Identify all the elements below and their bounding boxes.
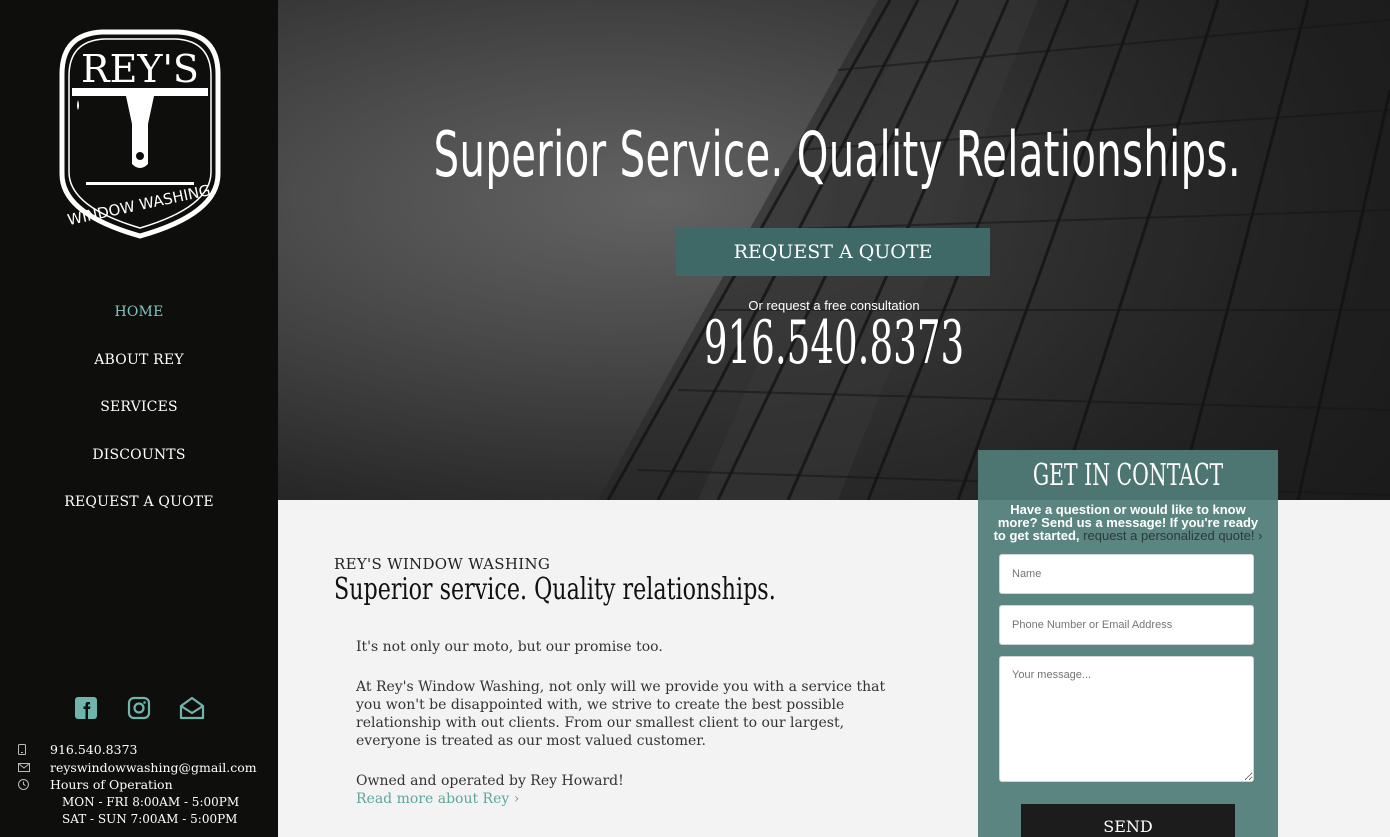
nav-item-request-quote[interactable]: REQUEST A QUOTE [0,486,278,534]
logo-text-top: REY'S [81,47,199,91]
contact-form: GET IN CONTACT Have a question or would … [978,450,1278,837]
contact-email[interactable]: reyswindowwashing@gmail.com [50,760,257,775]
intro-paragraph-2: At Rey's Window Washing, not only will w… [356,679,886,749]
hours-label: Hours of Operation [50,777,173,793]
social-links [72,694,205,721]
nav-item-about[interactable]: ABOUT REY [0,344,278,392]
phone-icon [18,744,50,756]
envelope-icon [18,762,50,772]
intro-paragraph-3: Owned and operated by Rey Howard! [356,773,624,789]
request-quote-button[interactable]: REQUEST A QUOTE [676,228,990,276]
form-title: GET IN CONTACT [1032,458,1224,493]
form-quote-link[interactable]: request a personalized quote! › [1083,528,1262,543]
email-icon[interactable] [178,694,205,721]
hours-weekend: SAT - SUN 7:00AM - 5:00PM [62,811,238,826]
hero-banner: Superior Service. Quality Relationships.… [278,0,1390,500]
name-input[interactable] [999,554,1254,594]
facebook-icon[interactable] [72,694,99,721]
form-description: Have a question or would like to know mo… [992,503,1264,542]
contact-phone[interactable]: 916.540.8373 [50,742,137,757]
instagram-icon[interactable] [125,694,152,721]
contact-info: 916.540.8373 reyswindowwashing@gmail.com… [18,741,257,828]
sidebar: REY'S WINDOW WASHING HOME ABOUT REY SERV… [0,0,278,837]
main-content: REY'S WINDOW WASHING Superior service. Q… [278,500,978,837]
read-more-link[interactable]: Read more about Rey › [356,790,886,808]
company-name: REY'S WINDOW WASHING [334,555,551,573]
intro-paragraph-1: It's not only our moto, but our promise … [356,639,663,655]
intro-text: It's not only our moto, but our promise … [356,638,886,808]
main-nav: HOME ABOUT REY SERVICES DISCOUNTS REQUES… [0,296,278,534]
tagline: Superior service. Quality relationships. [334,572,776,607]
nav-item-home[interactable]: HOME [0,296,278,344]
hours-weekday: MON - FRI 8:00AM - 5:00PM [62,794,240,809]
clock-icon [18,779,50,791]
hero-phone[interactable]: 916.540.8373 [489,308,1178,378]
nav-item-discounts[interactable]: DISCOUNTS [0,439,278,487]
send-button[interactable]: SEND [1021,804,1235,837]
contact-input[interactable] [999,605,1254,645]
hero-title: Superior Service. Quality Relationships. [433,118,1241,191]
message-textarea[interactable] [999,656,1254,782]
nav-item-services[interactable]: SERVICES [0,391,278,439]
brand-logo[interactable]: REY'S WINDOW WASHING [42,14,238,246]
